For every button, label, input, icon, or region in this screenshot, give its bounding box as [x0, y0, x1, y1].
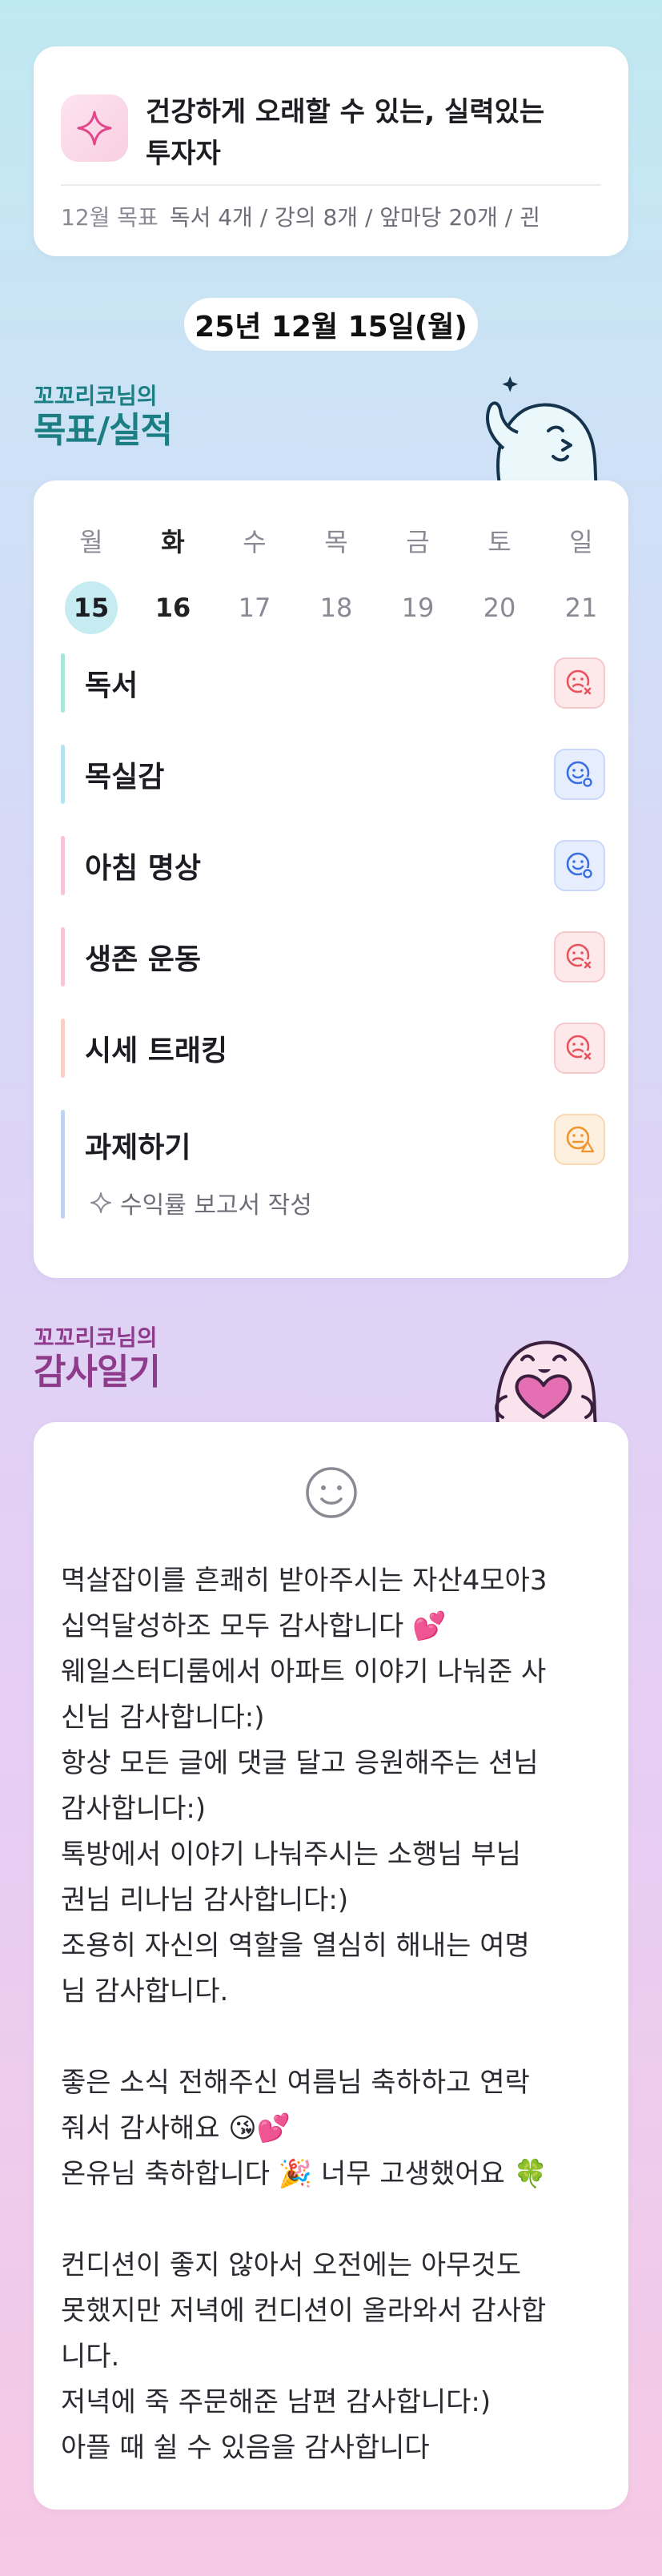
- day-name: 목: [324, 527, 348, 557]
- goal-title-line1: 건강하게 오래할 수 있는, 실력있는: [146, 96, 545, 128]
- targets-text: 독서 4개 / 강의 8개 / 앞마당 20개 / 괸: [169, 204, 540, 231]
- sad-face-x-icon[interactable]: [554, 657, 605, 709]
- smile-face-check-icon[interactable]: [554, 749, 605, 800]
- diary-line: 못했지만 저녁에 컨디션이 올라와서 감사합: [61, 2295, 547, 2327]
- tracker-heading: 꼬꼬리코님의 목표/실적: [34, 383, 173, 452]
- waving-ghost-mascot: [486, 376, 599, 488]
- sparkle-outline-icon: [90, 1192, 111, 1213]
- habit-label: 목실감: [85, 761, 165, 794]
- day-name: 일: [569, 527, 593, 557]
- diary-heading-title: 감사일기: [34, 1352, 161, 1392]
- habit-row-meditation[interactable]: 아침 명상: [61, 836, 605, 895]
- goal-title: 건강하게 오래할 수 있는, 실력있는 투자자: [146, 91, 610, 175]
- habit-color-bar: [61, 745, 65, 804]
- habit-subtask: 수익률 보고서 작성: [90, 1185, 312, 1220]
- month-label: 12월 목표: [61, 204, 158, 231]
- neutral-face-warning-icon[interactable]: [554, 1114, 605, 1165]
- heart-ghost-mascot: [495, 1340, 598, 1425]
- day-tue[interactable]: 화 16: [146, 522, 200, 634]
- day-number: 17: [238, 593, 271, 623]
- habit-label: 과제하기: [85, 1131, 191, 1164]
- current-date: 25년 12월 15일(월): [195, 311, 467, 344]
- day-number: 16: [154, 593, 191, 623]
- day-number: 20: [483, 593, 516, 623]
- day-number: 21: [564, 593, 598, 623]
- day-name: 금: [406, 527, 430, 557]
- diary-line: 컨디션이 좋지 않아서 오전에는 아무것도: [61, 2249, 521, 2281]
- habit-label: 독서: [85, 669, 138, 702]
- day-number-selected: 15: [65, 581, 118, 634]
- diary-line: 온유님 축하합니다 🎉 너무 고생했어요 🍀: [61, 2158, 548, 2190]
- diary-line: 항상 모든 글에 댓글 달고 응원해주는 션님: [61, 1747, 539, 1779]
- diary-line: 아플 때 쉴 수 있음을 감사합니다: [61, 2432, 430, 2464]
- diary-line: 님 감사합니다.: [61, 1975, 229, 2007]
- subtask-text: 수익률 보고서 작성: [120, 1192, 312, 1220]
- diary-line: [61, 2197, 613, 2243]
- diary-heading: 꼬꼬리코님의 감사일기: [34, 1324, 161, 1393]
- sparkle-icon: [61, 94, 128, 162]
- habit-tracker-card: 월 15 화 16 수 17 목 18 금 19 토 20 일 21 독서 목실…: [34, 480, 628, 1278]
- habit-color-bar: [61, 836, 65, 895]
- sad-face-x-icon[interactable]: [554, 931, 605, 983]
- day-number: 18: [319, 593, 353, 623]
- day-fri[interactable]: 금 19: [391, 522, 445, 634]
- habit-color-bar: [61, 1110, 65, 1219]
- diary-line: 조용히 자신의 역할을 열심히 해내는 여명: [61, 1930, 530, 1962]
- week-selector: 월 15 화 16 수 17 목 18 금 19 토 20 일 21: [64, 522, 608, 634]
- diary-entry: 멱살잡이를 흔쾌히 받아주시는 자산4모아3 십억달성하조 모두 감사합니다 💕…: [61, 1558, 613, 2471]
- sad-face-x-icon[interactable]: [554, 1023, 605, 1074]
- day-sun[interactable]: 일 21: [554, 522, 608, 634]
- tracker-heading-owner: 꼬꼬리코님의: [34, 383, 158, 409]
- divider: [61, 184, 601, 186]
- diary-line: 십억달성하조 모두 감사합니다 💕: [61, 1610, 447, 1642]
- smile-face-check-icon[interactable]: [554, 840, 605, 891]
- diary-line: 줘서 감사해요 😘💕: [61, 2112, 291, 2144]
- habit-row-exercise[interactable]: 생존 운동: [61, 927, 605, 987]
- smile-outline-icon: [306, 1467, 357, 1518]
- diary-line: 니다.: [61, 2341, 120, 2373]
- habit-color-bar: [61, 653, 65, 713]
- tracker-heading-title: 목표/실적: [34, 410, 173, 451]
- diary-line: 신님 감사합니다:): [61, 1702, 265, 1734]
- diary-line: 권님 리나님 감사합니다:): [61, 1884, 349, 1916]
- goal-title-line2: 투자자: [146, 138, 221, 170]
- diary-heading-owner: 꼬꼬리코님의: [34, 1324, 158, 1351]
- diary-line: 웨일스터디룸에서 아파트 이야기 나눠준 사: [61, 1656, 547, 1688]
- habit-label: 생존 운동: [85, 943, 202, 976]
- gratitude-diary-card: 멱살잡이를 흔쾌히 받아주시는 자산4모아3 십억달성하조 모두 감사합니다 💕…: [34, 1422, 628, 2510]
- diary-line: [61, 2015, 613, 2060]
- habit-row-gratitude[interactable]: 목실감: [61, 745, 605, 804]
- monthly-targets: 12월 목표 독서 4개 / 강의 8개 / 앞마당 20개 / 괸: [61, 202, 605, 234]
- day-mon[interactable]: 월 15: [64, 522, 118, 634]
- day-wed[interactable]: 수 17: [227, 522, 282, 634]
- day-sat[interactable]: 토 20: [472, 522, 527, 634]
- habit-label: 아침 명상: [85, 852, 202, 885]
- day-number: 19: [401, 593, 435, 623]
- habit-row-reading[interactable]: 독서: [61, 653, 605, 713]
- diary-line: 좋은 소식 전해주신 여름님 축하하고 연락: [61, 2067, 530, 2099]
- habit-color-bar: [61, 1019, 65, 1078]
- goal-card[interactable]: 건강하게 오래할 수 있는, 실력있는 투자자 12월 목표 독서 4개 / 강의…: [34, 46, 628, 256]
- date-pill[interactable]: 25년 12월 15일(월): [184, 298, 478, 351]
- diary-line: 멱살잡이를 흔쾌히 받아주시는 자산4모아3: [61, 1565, 548, 1597]
- diary-line: 톡방에서 이야기 나눠주시는 소행님 부님: [61, 1839, 521, 1871]
- habit-label: 시세 트래킹: [85, 1035, 228, 1067]
- day-name: 토: [487, 527, 512, 557]
- habit-row-price-tracking[interactable]: 시세 트래킹: [61, 1019, 605, 1078]
- habit-color-bar: [61, 927, 65, 987]
- day-name: 월: [79, 527, 103, 557]
- day-name: 수: [243, 527, 267, 557]
- diary-line: 저녁에 죽 주문해준 남편 감사합니다:): [61, 2386, 491, 2418]
- day-thu[interactable]: 목 18: [309, 522, 363, 634]
- diary-line: 감사합니다:): [61, 1793, 207, 1825]
- day-name: 화: [161, 527, 185, 557]
